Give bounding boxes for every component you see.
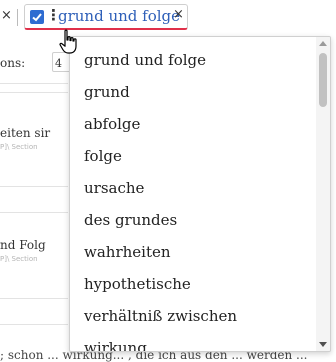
suggestion-item[interactable]: grund xyxy=(70,77,316,108)
scroll-down-icon[interactable] xyxy=(319,342,327,347)
suggestion-item[interactable]: wirkung xyxy=(70,333,316,351)
scroll-thumb[interactable] xyxy=(319,53,327,107)
row-meta: P]\ Section xyxy=(0,143,38,151)
previous-chip-close-icon[interactable]: × xyxy=(1,8,12,23)
suggestion-dropdown: grund und folge grund abfolge folge ursa… xyxy=(69,36,331,352)
divider xyxy=(0,186,68,187)
scroll-up-icon[interactable] xyxy=(319,41,327,46)
chip-bar: × ⋮ grund und folge × xyxy=(0,0,336,36)
chip-checkbox[interactable] xyxy=(30,10,44,24)
suggestion-item[interactable]: wahrheiten xyxy=(70,237,316,268)
suggestion-item[interactable]: grund und folge xyxy=(70,45,316,76)
dropdown-scrollbar[interactable] xyxy=(316,37,330,351)
suggestion-item[interactable]: hypothetische xyxy=(70,269,316,300)
chip-close-icon[interactable]: × xyxy=(173,7,184,22)
suggestion-item[interactable]: abfolge xyxy=(70,109,316,140)
divider xyxy=(0,212,68,213)
row-meta: P]\ Section xyxy=(0,255,38,263)
suggestion-item[interactable]: ursache xyxy=(70,173,316,204)
options-label: ons: xyxy=(0,56,26,70)
hand-pointer-icon xyxy=(59,29,77,54)
suggestion-item[interactable]: verhältniß zwischen xyxy=(70,301,316,332)
divider xyxy=(0,298,68,299)
active-chip[interactable]: ⋮ grund und folge × xyxy=(24,4,188,30)
divider xyxy=(0,83,68,84)
chip-separator xyxy=(17,9,18,26)
suggestion-item[interactable]: folge xyxy=(70,141,316,172)
divider xyxy=(0,324,68,325)
row-text: nd Folg xyxy=(0,238,46,252)
divider xyxy=(0,92,68,93)
checkmark-icon xyxy=(32,13,42,22)
chip-label: grund und folge xyxy=(58,7,181,25)
suggestion-item[interactable]: des grundes xyxy=(70,205,316,236)
row-text: eiten sir xyxy=(0,126,51,140)
